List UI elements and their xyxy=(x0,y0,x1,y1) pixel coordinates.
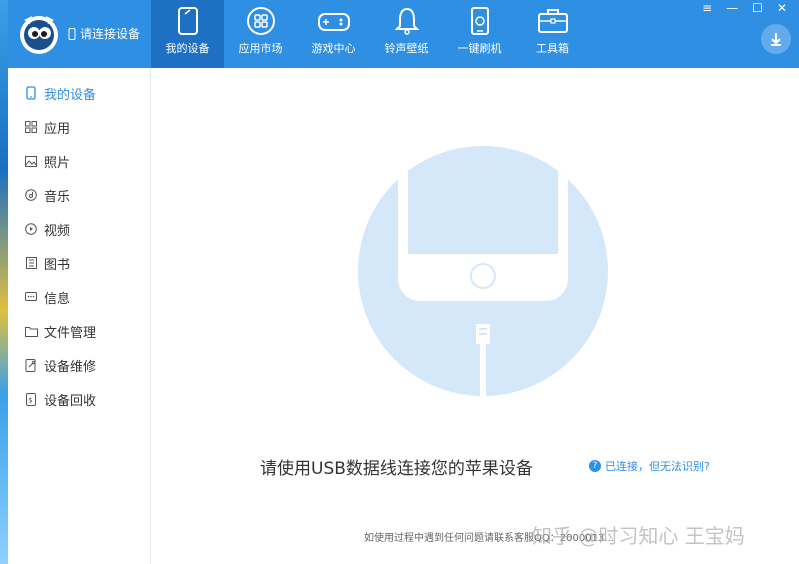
main-nav: 我的设备 应用市场 游戏中心 铃声壁纸 一键刷机 工具箱 xyxy=(151,0,589,68)
nav-one-click-flash[interactable]: 一键刷机 xyxy=(443,0,516,68)
image-icon xyxy=(24,154,38,168)
wrench-icon xyxy=(24,358,38,372)
sidebar-item-apps[interactable]: 应用 xyxy=(8,110,150,144)
phone-small-icon xyxy=(68,27,76,40)
nav-game-center[interactable]: 游戏中心 xyxy=(297,0,370,68)
close-button[interactable]: ✕ xyxy=(777,2,787,14)
tablet-icon xyxy=(177,7,198,35)
desktop-background-strip xyxy=(0,0,8,564)
recycle-icon: $ xyxy=(24,392,38,406)
sidebar-item-label: 图书 xyxy=(44,257,71,273)
help-icon: ? xyxy=(589,460,601,472)
help-link-label: 已连接，但无法识别? xyxy=(605,460,710,473)
gamepad-icon xyxy=(317,13,350,31)
sidebar-item-device-recycle[interactable]: $ 设备回收 xyxy=(8,382,150,416)
nav-label: 游戏中心 xyxy=(311,42,356,55)
toolbox-icon xyxy=(537,9,568,33)
svg-text:$: $ xyxy=(28,396,32,404)
phone-icon xyxy=(24,86,38,100)
app-header: 请连接设备 我的设备 应用市场 游戏中心 铃声壁纸 一键刷机 工具箱 ≡ — ☐… xyxy=(8,0,799,68)
sidebar: 我的设备 应用 照片 音乐 视频 图书 信息 文件管理 设备维修 $ 设备回收 xyxy=(8,68,151,564)
window-controls: ≡ — ☐ ✕ xyxy=(702,2,787,14)
sidebar-item-label: 设备回收 xyxy=(44,393,97,409)
phone-refresh-icon xyxy=(470,7,489,35)
message-icon xyxy=(24,290,38,304)
nav-app-market[interactable]: 应用市场 xyxy=(224,0,297,68)
nav-my-device[interactable]: 我的设备 xyxy=(151,0,224,68)
device-status-label: 请连接设备 xyxy=(80,27,141,41)
apps-grid-icon xyxy=(246,7,275,35)
nav-label: 一键刷机 xyxy=(457,42,502,55)
device-connection-status: 请连接设备 xyxy=(68,25,140,42)
maximize-button[interactable]: ☐ xyxy=(752,2,763,14)
connect-instruction: 请使用USB数据线连接您的苹果设备 xyxy=(260,459,533,479)
sidebar-item-messages[interactable]: 信息 xyxy=(8,280,150,314)
app-logo xyxy=(16,10,62,56)
menu-button[interactable]: ≡ xyxy=(702,2,712,14)
sidebar-item-photos[interactable]: 照片 xyxy=(8,144,150,178)
sidebar-item-label: 视频 xyxy=(44,223,71,239)
connect-device-illustration xyxy=(358,146,608,396)
sidebar-item-file-manager[interactable]: 文件管理 xyxy=(8,314,150,348)
music-icon xyxy=(24,188,38,202)
download-button[interactable] xyxy=(761,24,791,54)
sidebar-item-label: 照片 xyxy=(44,155,71,171)
minimize-button[interactable]: — xyxy=(726,2,738,14)
nav-label: 我的设备 xyxy=(165,42,210,55)
nav-label: 工具箱 xyxy=(536,42,569,55)
nav-label: 铃声壁纸 xyxy=(384,42,429,55)
bell-icon xyxy=(394,7,419,35)
sidebar-item-video[interactable]: 视频 xyxy=(8,212,150,246)
sidebar-item-label: 文件管理 xyxy=(44,325,97,341)
play-icon xyxy=(24,222,38,236)
folder-icon xyxy=(24,324,38,338)
book-icon xyxy=(24,256,38,270)
sidebar-item-label: 应用 xyxy=(44,121,71,137)
nav-label: 应用市场 xyxy=(238,42,283,55)
apps-icon xyxy=(24,120,38,134)
nav-ringtones-wallpapers[interactable]: 铃声壁纸 xyxy=(370,0,443,68)
sidebar-item-device-repair[interactable]: 设备维修 xyxy=(8,348,150,382)
download-icon xyxy=(771,33,781,46)
watermark: 知乎 @时习知心 王宝妈 xyxy=(532,524,745,548)
connected-not-recognized-link[interactable]: ? 已连接，但无法识别? xyxy=(589,458,710,474)
sidebar-item-books[interactable]: 图书 xyxy=(8,246,150,280)
nav-toolbox[interactable]: 工具箱 xyxy=(516,0,589,68)
sidebar-item-my-device[interactable]: 我的设备 xyxy=(8,76,150,110)
sidebar-item-music[interactable]: 音乐 xyxy=(8,178,150,212)
sidebar-item-label: 我的设备 xyxy=(44,87,97,103)
sidebar-item-label: 音乐 xyxy=(44,189,71,205)
main-content: 请使用USB数据线连接您的苹果设备 ? 已连接，但无法识别? 如使用过程中遇到任… xyxy=(152,68,799,564)
sidebar-item-label: 信息 xyxy=(44,291,71,307)
sidebar-item-label: 设备维修 xyxy=(44,359,97,375)
